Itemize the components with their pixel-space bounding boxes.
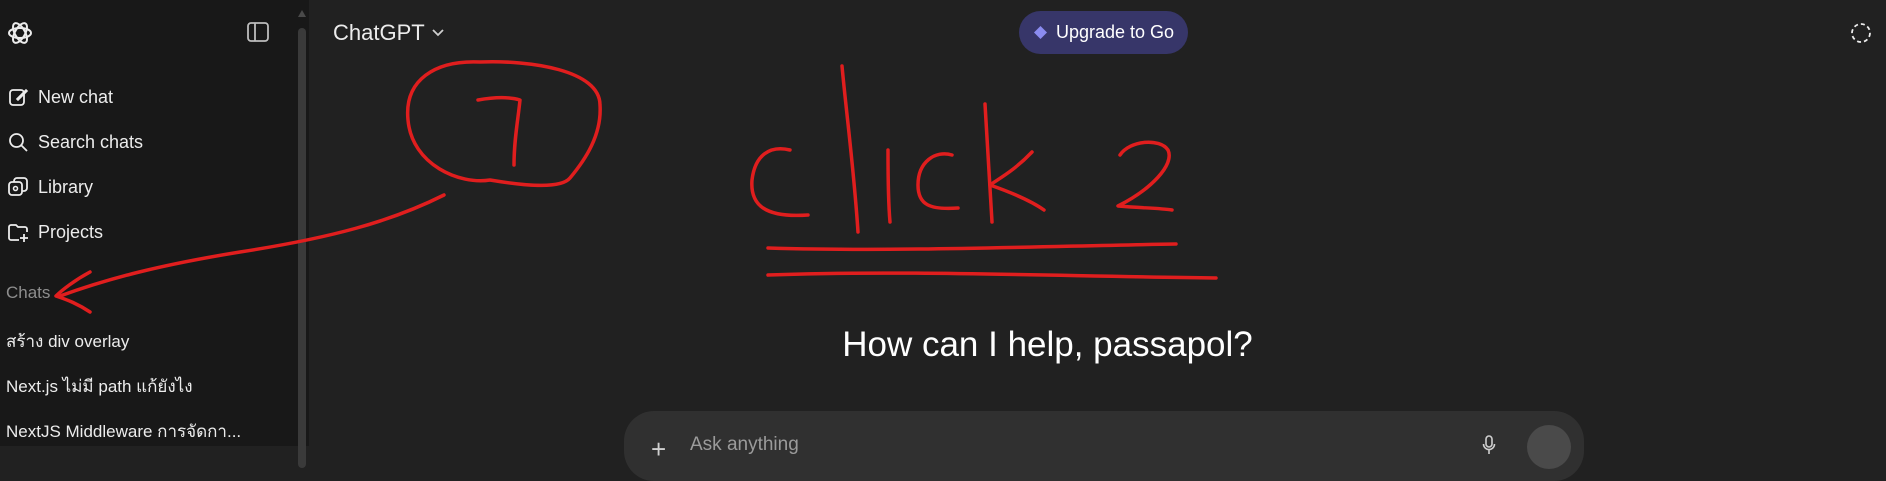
chats-section-label: Chats <box>6 283 51 302</box>
toggle-sidebar-icon[interactable] <box>246 21 270 43</box>
search-icon <box>9 133 28 152</box>
annotation-digit-2 <box>1116 140 1174 212</box>
sidebar-scrollbar[interactable] <box>295 0 309 468</box>
annotation-number-1 <box>476 96 522 167</box>
search-chats-label: Search chats <box>38 131 144 152</box>
openai-logo-icon[interactable] <box>5 18 35 48</box>
scroll-up-arrow-icon[interactable] <box>298 10 306 17</box>
library-label: Library <box>38 176 94 197</box>
annotation-letter-c2 <box>916 152 960 211</box>
projects-label: Projects <box>38 221 104 242</box>
composer: + <box>624 411 1584 481</box>
annotation-circle <box>405 60 602 188</box>
add-attachment-icon[interactable]: + <box>651 434 666 465</box>
annotation-underline-1 <box>766 242 1178 252</box>
upgrade-button[interactable]: Upgrade to Go <box>1019 11 1188 54</box>
library-button[interactable]: Library <box>0 169 295 205</box>
projects-button[interactable]: Projects <box>0 214 295 250</box>
model-selector[interactable]: ChatGPT <box>333 20 445 46</box>
edit-icon <box>9 88 29 106</box>
chat-history-item[interactable]: NextJS Middleware การจัดกา... <box>6 418 241 445</box>
model-label: ChatGPT <box>333 20 425 45</box>
voice-mode-button[interactable] <box>1527 425 1571 469</box>
chevron-down-icon <box>432 29 444 37</box>
new-chat-label: New chat <box>38 86 114 107</box>
microphone-icon[interactable] <box>1482 435 1496 455</box>
annotation-letter-c <box>750 147 810 218</box>
library-icon <box>8 177 28 196</box>
annotation-underline-2 <box>766 271 1218 280</box>
folder-plus-icon <box>8 224 28 242</box>
greeting-heading: How can I help, passapol? <box>0 325 1886 365</box>
annotation-letter-i <box>886 148 892 224</box>
scrollbar-thumb[interactable] <box>298 28 306 468</box>
search-chats-button[interactable]: Search chats <box>0 124 295 160</box>
annotation-letter-l <box>840 64 860 234</box>
temporary-chat-icon[interactable] <box>1849 21 1873 45</box>
new-chat-button[interactable]: New chat <box>0 79 295 115</box>
annotation-letter-k <box>983 102 994 224</box>
diamond-icon <box>1033 26 1047 39</box>
prompt-input[interactable] <box>688 429 1392 461</box>
upgrade-label: Upgrade to Go <box>1055 22 1175 42</box>
annotation-letter-k-arm <box>988 150 1046 212</box>
greeting-text: How can I help, passapol? <box>842 325 1253 364</box>
chat-history-item[interactable]: Next.js ไม่มี path แก้ยังไง <box>6 373 193 400</box>
sidebar: New chat Search chats Library Projects C… <box>0 0 295 446</box>
